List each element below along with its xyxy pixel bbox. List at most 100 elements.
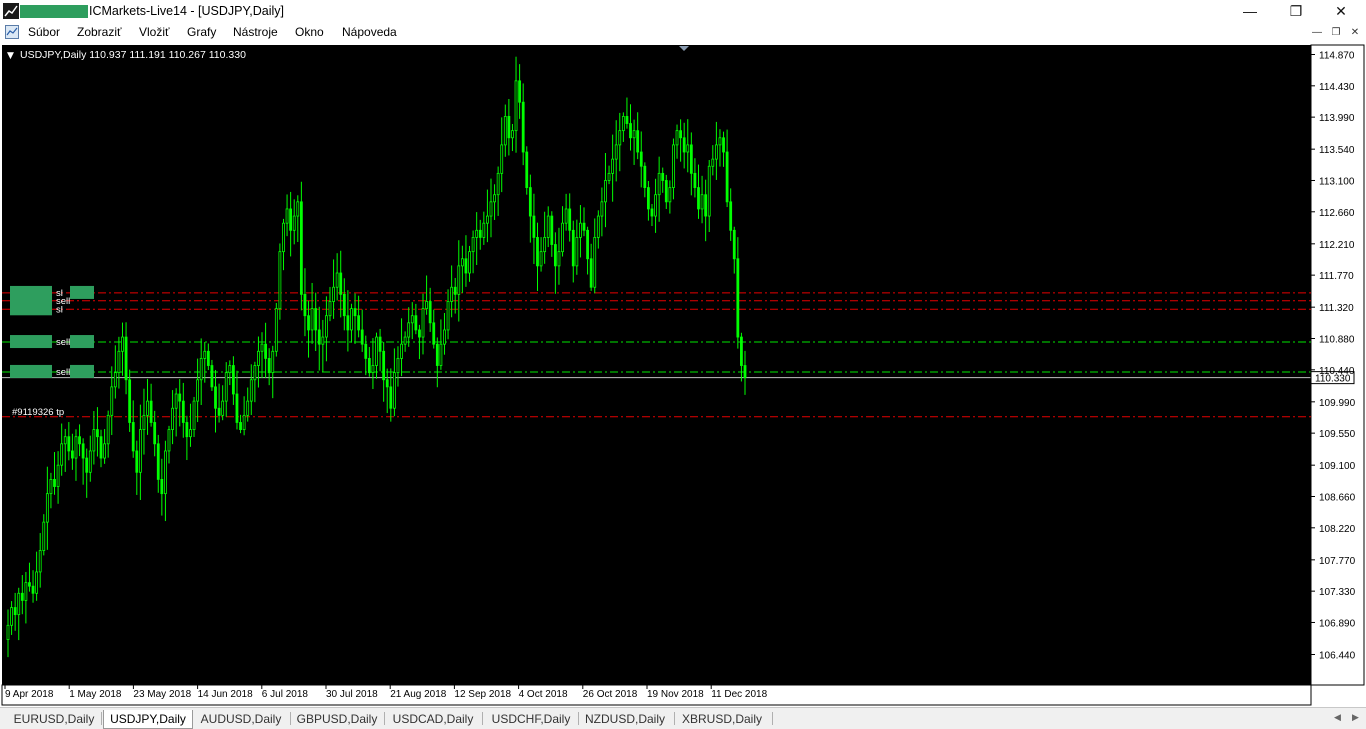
menu-charts[interactable]: Grafy	[187, 25, 216, 39]
candle-body	[285, 208, 289, 224]
order-label-mask	[10, 302, 52, 316]
y-axis-tick-label: 113.100	[1319, 176, 1355, 187]
candle-body	[164, 450, 167, 495]
candle-body	[586, 229, 589, 260]
tab-gbpusd[interactable]: GBPUSD,Daily	[294, 710, 380, 728]
candle-body	[142, 414, 146, 430]
candle-body	[579, 222, 582, 238]
mdi-close-button[interactable]: ✕	[1348, 26, 1362, 39]
candle-body	[206, 350, 210, 366]
candle-body	[496, 172, 500, 196]
candle-body	[464, 258, 468, 274]
candle-body	[618, 130, 622, 146]
candle-body	[396, 358, 400, 374]
candle-body	[668, 187, 672, 203]
menu-insert[interactable]: Vložiť	[139, 25, 170, 39]
chart-window-icon[interactable]	[5, 25, 19, 39]
tab-nzdusd[interactable]: NZDUSD,Daily	[580, 710, 670, 728]
candle-body	[500, 144, 504, 174]
candle-body	[718, 137, 722, 146]
candle-body	[446, 301, 450, 331]
candle-body	[743, 365, 747, 379]
candle-body	[367, 358, 371, 374]
candle-body	[418, 329, 421, 338]
candle-body	[325, 315, 328, 338]
candle-body	[88, 450, 92, 473]
candle-body	[407, 322, 411, 338]
tab-separator	[772, 712, 773, 725]
candle-body	[38, 550, 42, 573]
candle-body	[92, 429, 96, 452]
candle-body	[110, 386, 114, 416]
candle-body	[450, 286, 454, 302]
x-axis-tick-label: 26 Oct 2018	[583, 689, 638, 700]
candle-body	[732, 229, 736, 260]
candle-body	[657, 172, 661, 196]
x-axis-tick-label: 14 Jun 2018	[198, 689, 253, 700]
candle-body	[714, 144, 718, 160]
candle-body	[507, 116, 511, 139]
tab-usdcad[interactable]: USDCAD,Daily	[388, 710, 478, 728]
candle-body	[257, 350, 260, 366]
y-axis-tick-label: 110.880	[1319, 334, 1355, 345]
candle-body	[736, 258, 740, 338]
tab-separator	[578, 712, 579, 725]
menu-help[interactable]: Nápoveda	[342, 25, 397, 39]
menu-window[interactable]: Okno	[295, 25, 324, 39]
candle-body	[468, 251, 471, 274]
candle-body	[489, 201, 493, 217]
metatrader-app-icon[interactable]	[3, 3, 19, 19]
y-axis-tick-label: 110.440	[1319, 366, 1355, 377]
candle-body	[17, 592, 21, 616]
candle-body	[289, 208, 293, 231]
candle-body	[564, 208, 568, 224]
tab-eurusd[interactable]: EURUSD,Daily	[10, 710, 98, 728]
candle-body	[414, 315, 418, 331]
tab-usdjpy[interactable]: USDJPY,Daily	[103, 710, 193, 729]
candle-body	[20, 592, 24, 601]
candle-body	[239, 422, 242, 430]
candle-body	[242, 414, 246, 430]
candle-body	[135, 450, 139, 473]
candle-body	[729, 201, 733, 231]
candle-body	[317, 329, 321, 345]
candle-body	[382, 350, 386, 381]
y-axis-tick-label: 106.890	[1319, 618, 1356, 629]
close-button[interactable]: ✕	[1318, 0, 1364, 22]
minimize-button[interactable]: —	[1227, 0, 1273, 22]
candle-body	[278, 251, 282, 309]
candle-body	[378, 336, 382, 352]
chart-window[interactable]: 110.330 sl sell sl sell sell #9119326 tp 114.…	[0, 43, 1366, 707]
tab-scroll-right-icon[interactable]: ▶	[1352, 712, 1359, 723]
menu-file[interactable]: Súbor	[28, 25, 60, 39]
window-title: ICMarkets-Live14 - [USDJPY,Daily]	[89, 4, 284, 18]
tab-usdchf[interactable]: USDCHF,Daily	[486, 710, 576, 728]
tab-separator	[101, 712, 102, 725]
y-axis-tick-label: 112.660	[1319, 208, 1355, 219]
candle-body	[486, 215, 489, 224]
tab-audusd[interactable]: AUDUSD,Daily	[196, 710, 286, 728]
tab-scroll-left-icon[interactable]: ◀	[1334, 712, 1341, 723]
candle-body	[253, 365, 257, 381]
tab-xbrusd[interactable]: XBRUSD,Daily	[676, 710, 768, 728]
candle-body	[532, 215, 536, 238]
candle-body	[625, 116, 629, 124]
menu-bar: Súbor Zobraziť Vložiť Grafy Nástroje Okn…	[0, 22, 1366, 43]
candle-body	[149, 400, 153, 423]
mdi-minimize-button[interactable]: —	[1310, 26, 1324, 39]
mdi-restore-button[interactable]: ❐	[1329, 26, 1343, 39]
restore-button[interactable]: ❐	[1273, 0, 1319, 22]
candle-body	[682, 137, 686, 153]
candle-body	[428, 301, 432, 324]
price-chart[interactable]: 110.330 slsellslsellsell#9119326 tp 114.…	[0, 43, 1366, 707]
candle-body	[274, 308, 278, 352]
menu-tools[interactable]: Nástroje	[233, 25, 278, 39]
candle-body	[364, 343, 368, 359]
candle-body	[629, 123, 632, 139]
y-axis-tick-label: 109.990	[1319, 398, 1356, 409]
tab-separator	[674, 712, 675, 725]
candle-body	[514, 80, 518, 132]
menu-view[interactable]: Zobraziť	[77, 25, 122, 39]
candle-body	[639, 151, 643, 167]
candle-body	[113, 372, 117, 388]
